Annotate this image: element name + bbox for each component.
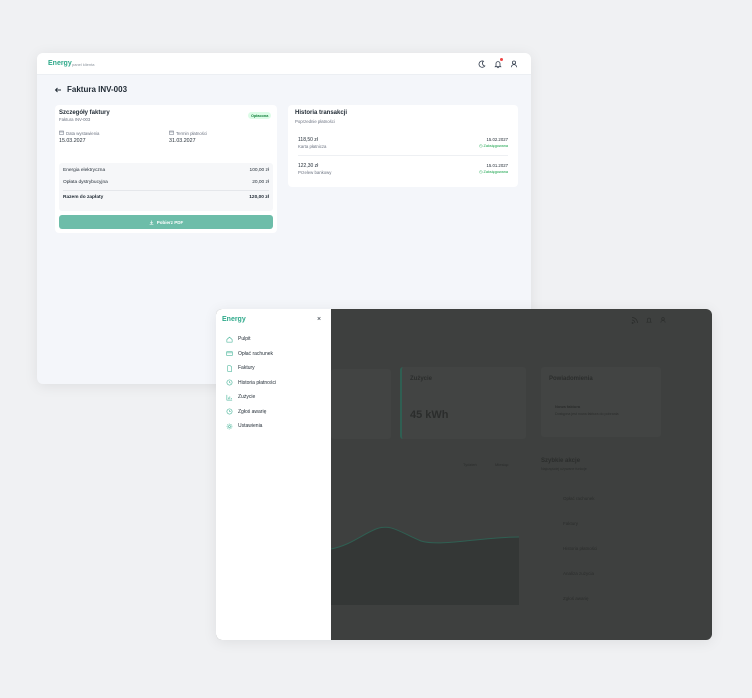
chart-icon (226, 394, 233, 400)
issue-date-label: Data wystawienia (66, 130, 100, 136)
download-pdf-label: Pobierz PDF (156, 219, 184, 225)
usage-title: Zużycie (410, 376, 433, 382)
user-icon (660, 317, 666, 323)
dashboard-window: Zużycie 45 kWh Powiadomienia Nowa faktur… (216, 309, 712, 640)
transaction-status-label: Zaksięgowana (483, 144, 508, 148)
line-amount: 20,00 zł (252, 180, 269, 185)
transaction-history-card: Historia transakcji Poprzednie płatności… (288, 105, 518, 187)
due-date: 31.03.2027 (169, 138, 196, 144)
nav-label: Opłać rachunek (238, 350, 274, 357)
notifications-title: Powiadomienia (549, 376, 593, 382)
usage-value: 45 kWh (410, 409, 449, 421)
brand-logo[interactable]: Energy (48, 60, 72, 67)
nav-item-usage[interactable]: Zużycie (226, 391, 255, 403)
nav-label: Zużycie (238, 394, 256, 400)
download-pdf-button[interactable]: Pobierz PDF (59, 215, 273, 229)
total-label: Razem do zapłaty (63, 195, 104, 200)
status-badge: Opłacona (248, 112, 272, 119)
divider (63, 190, 269, 191)
nav-drawer: Energy × Pulpit Opłać rachunek Faktury H… (216, 309, 331, 640)
transaction-amount: 122,30 zł (298, 163, 319, 169)
bell-icon (646, 317, 652, 323)
transaction-amount: 118,50 zł (298, 137, 318, 143)
nav-label: Ustawienia (238, 423, 263, 429)
user-icon[interactable] (509, 59, 519, 69)
transaction-status: ◷ Zaksięgowana (479, 143, 508, 148)
home-icon (226, 336, 233, 342)
nav-item-pulpit[interactable]: Pulpit (226, 333, 251, 345)
chart-tab: Tydzień (463, 462, 477, 467)
close-icon[interactable]: × (317, 316, 321, 323)
details-subheading: Faktura INV-003 (59, 117, 91, 122)
page-title: Faktura INV-003 (67, 85, 128, 94)
download-icon (149, 220, 154, 225)
line-amount: 100,00 zł (249, 168, 269, 173)
transaction-method: Karta płatnicza (298, 144, 327, 149)
divider (298, 155, 508, 156)
invoice-details-card: Szczegóły faktury Faktura INV-003 Opłaco… (55, 105, 277, 233)
nav-label: Zgłoś awarię (238, 408, 267, 415)
quick-action-item: Zgłoś awarię (563, 596, 589, 601)
history-subheading: Poprzednie płatności (295, 119, 335, 124)
nav-label: Pulpit (238, 336, 251, 342)
line-label: Opłata dystrybucyjna (63, 180, 108, 185)
quick-actions-title: Szybkie akcje (541, 458, 581, 464)
notification-dot (500, 58, 503, 61)
notification-title: Nowa faktura (555, 404, 581, 409)
issue-date: 15.03.2027 (59, 138, 86, 144)
details-heading: Szczegóły faktury (59, 110, 110, 116)
invoice-lines: Energia elektryczna 100,00 zł Opłata dys… (59, 163, 273, 211)
nav-label: Historia płatności (238, 379, 277, 386)
brand-logo[interactable]: Energy (222, 316, 246, 323)
card-shadow (331, 369, 391, 439)
clock-icon (226, 408, 233, 415)
brand-subtitle: panel klienta (72, 61, 95, 67)
usage-card: Zużycie 45 kWh (400, 367, 526, 439)
notifications-card: Powiadomienia Nowa faktura Dostępna jest… (541, 367, 661, 437)
nav-item-report[interactable]: Zgłoś awarię (226, 406, 266, 418)
notification-text: Dostępna jest nowa faktura do pobrania (555, 412, 619, 416)
rss-icon (631, 317, 638, 324)
dashboard-background: Zużycie 45 kWh Powiadomienia Nowa faktur… (331, 309, 712, 640)
history-icon (226, 379, 233, 386)
nav-label: Faktury (238, 365, 255, 371)
transaction-status-label: Zaksięgowana (483, 170, 508, 174)
nav-item-pay[interactable]: Opłać rachunek (226, 348, 273, 360)
transaction-date: 15.01.2027 (486, 163, 508, 168)
top-bar: Energy panel klienta (37, 53, 531, 75)
nav-item-settings[interactable]: Ustawienia (226, 420, 262, 432)
quick-action-item: Opłać rachunek (563, 496, 595, 501)
quick-action-item: Analiza zużycia (563, 571, 595, 576)
calendar-icon (169, 130, 174, 135)
quick-actions: Szybkie akcje Najczęściej używane funkcj… (541, 452, 661, 602)
usage-area-chart (331, 526, 519, 605)
back-arrow-icon[interactable] (54, 86, 62, 94)
history-heading: Historia transakcji (295, 110, 348, 116)
due-date-label: Termin płatności (176, 130, 208, 136)
document-icon (227, 364, 232, 372)
moon-icon[interactable] (477, 59, 487, 69)
gear-icon (226, 423, 233, 429)
nav-item-history[interactable]: Historia płatności (226, 377, 276, 389)
quick-actions-subtitle: Najczęściej używane funkcje (541, 467, 587, 471)
quick-action-item: Faktury (563, 521, 579, 526)
total-amount: 120,00 zł (249, 195, 269, 200)
transaction-status: ◷ Zaksięgowana (479, 169, 508, 174)
calendar-icon (59, 130, 64, 135)
transaction-method: Przelew bankowy (298, 170, 332, 175)
quick-action-item: Historia płatności (563, 546, 598, 551)
card-icon (226, 351, 233, 356)
nav-item-invoices[interactable]: Faktury (226, 362, 255, 374)
line-label: Energia elektryczna (63, 168, 106, 173)
chart-tab: Miesiąc (495, 462, 509, 467)
transaction-date: 15.02.2027 (486, 137, 508, 142)
